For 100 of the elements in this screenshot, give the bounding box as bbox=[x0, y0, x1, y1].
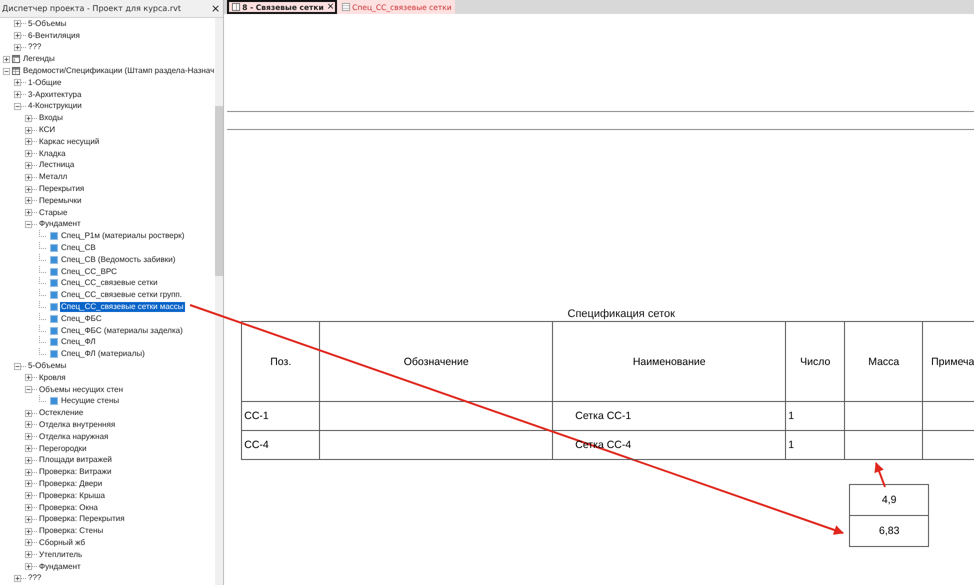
tree-item[interactable]: Спец_СС_связевые сетки bbox=[60, 278, 159, 288]
tree-item[interactable]: Перекрытия bbox=[38, 184, 86, 194]
tree-item[interactable]: ??? bbox=[27, 573, 42, 584]
expand-icon[interactable] bbox=[14, 79, 21, 86]
expand-icon[interactable] bbox=[25, 421, 32, 428]
tree-item[interactable]: Спец_СВ bbox=[60, 243, 97, 254]
tree-item[interactable]: Перегородки bbox=[38, 444, 88, 454]
tree-item[interactable]: Фундамент bbox=[38, 219, 82, 230]
tree-item[interactable]: Спец_ФБС (материалы заделка) bbox=[60, 326, 184, 336]
expand-icon[interactable] bbox=[14, 32, 21, 40]
table-cell: 1 bbox=[786, 402, 846, 431]
close-button[interactable]: × bbox=[208, 3, 224, 14]
tree-item[interactable]: 3-Архитектура bbox=[27, 90, 82, 100]
expand-icon[interactable] bbox=[25, 456, 32, 464]
collapse-icon[interactable] bbox=[25, 220, 32, 228]
collapse-icon[interactable] bbox=[25, 386, 32, 394]
tree-item[interactable]: 5-Объемы bbox=[27, 18, 68, 29]
tree-item[interactable]: Площади витражей bbox=[38, 455, 113, 466]
expand-icon[interactable] bbox=[25, 504, 32, 512]
tree-item[interactable]: Проверка: Стены bbox=[38, 526, 104, 536]
collapse-icon[interactable] bbox=[14, 362, 21, 370]
collapse-icon[interactable] bbox=[3, 68, 10, 75]
expand-icon[interactable] bbox=[25, 551, 32, 558]
tree-item[interactable]: 6-Вентиляция bbox=[27, 30, 81, 41]
panel-title: Диспетчер проекта - Проект для курса.rvt bbox=[2, 4, 182, 13]
expand-icon[interactable] bbox=[25, 445, 32, 452]
tree-item[interactable]: Ведомости/Спецификации (Штамп раздела-Назнач bbox=[22, 66, 216, 76]
expand-icon[interactable] bbox=[14, 44, 21, 51]
tree-item[interactable]: Отделка наружная bbox=[38, 432, 110, 442]
expand-icon[interactable] bbox=[25, 468, 32, 476]
expand-icon[interactable] bbox=[25, 374, 32, 382]
table-cell: 6,83 bbox=[850, 515, 928, 546]
table-icon bbox=[12, 67, 20, 76]
tree-item[interactable]: Фундамент bbox=[38, 562, 82, 572]
tree-item[interactable]: Проверка: Двери bbox=[38, 478, 104, 489]
expand-icon[interactable] bbox=[25, 209, 32, 216]
expand-icon[interactable] bbox=[25, 539, 32, 546]
expand-icon[interactable] bbox=[25, 186, 32, 193]
expand-icon[interactable] bbox=[14, 20, 21, 28]
tree-item[interactable]: Проверка: Перекрытия bbox=[38, 514, 126, 524]
expand-icon[interactable] bbox=[25, 138, 32, 146]
tree-item[interactable]: Спец_СС_ВРС bbox=[60, 266, 118, 277]
tree-item[interactable]: Металл bbox=[38, 172, 68, 182]
tree-item[interactable]: Перемычки bbox=[38, 196, 82, 206]
tree-item[interactable]: Несущие стены bbox=[60, 396, 120, 406]
tree-item[interactable]: Спец_СС_связевые сетки групп. bbox=[60, 290, 183, 300]
expand-icon[interactable] bbox=[14, 91, 21, 98]
expand-icon[interactable] bbox=[14, 574, 21, 582]
tree-item[interactable]: 1-Общие bbox=[27, 78, 62, 88]
expand-icon[interactable] bbox=[25, 516, 32, 523]
expand-icon[interactable] bbox=[25, 480, 32, 488]
column-header: Примеча bbox=[923, 322, 974, 402]
tree-item[interactable]: Кладка bbox=[38, 148, 67, 159]
tree-item[interactable]: Входы bbox=[38, 113, 64, 124]
tree-item[interactable]: Старые bbox=[38, 208, 68, 218]
expand-icon[interactable] bbox=[3, 56, 10, 63]
close-icon[interactable]: × bbox=[326, 2, 334, 12]
expand-icon[interactable] bbox=[25, 433, 32, 440]
expand-icon[interactable] bbox=[25, 563, 32, 570]
tree-item[interactable]: Каркас несущий bbox=[38, 136, 100, 147]
tree-item[interactable]: Спец_ФБС bbox=[60, 314, 103, 324]
tree-item[interactable]: Спец_ФЛ (материалы) bbox=[60, 349, 146, 360]
table-cell: СС-4 bbox=[242, 431, 320, 460]
tree-item[interactable]: Спец_СС_связевые сетки массы bbox=[60, 302, 185, 312]
tree-item[interactable]: ??? bbox=[27, 42, 42, 52]
tree-item[interactable]: Проверка: Окна bbox=[38, 502, 99, 513]
tree-item[interactable]: Объемы несущих стен bbox=[38, 384, 124, 395]
schedule-title: Спецификация сеток bbox=[566, 308, 676, 320]
tree-item[interactable]: КСИ bbox=[38, 125, 56, 136]
tree-item[interactable]: Остекление bbox=[38, 408, 84, 418]
table-icon bbox=[342, 3, 350, 11]
expand-icon[interactable] bbox=[25, 174, 32, 181]
tree-item[interactable]: Утеплитель bbox=[38, 550, 84, 560]
tree-item[interactable]: Спец_ФЛ bbox=[60, 337, 97, 348]
tree-item[interactable]: Сборный жб bbox=[38, 538, 86, 548]
sheet-icon bbox=[232, 3, 240, 11]
expand-icon[interactable] bbox=[25, 126, 32, 134]
tree-item[interactable]: Спец_Р1м (материалы ростверк) bbox=[60, 231, 186, 242]
scrollbar[interactable] bbox=[215, 18, 224, 585]
expand-icon[interactable] bbox=[25, 114, 32, 122]
collapse-icon[interactable] bbox=[14, 102, 21, 110]
tree-item[interactable]: Легенды bbox=[22, 54, 56, 64]
annotation-arrow bbox=[874, 462, 886, 488]
tree-item[interactable]: Спец_СВ (Ведомость забивки) bbox=[60, 254, 176, 265]
tree-item[interactable]: Отделка внутренняя bbox=[38, 420, 116, 430]
tree-item[interactable]: 5-Объемы bbox=[27, 361, 68, 371]
scrollbar-thumb[interactable] bbox=[215, 106, 224, 276]
expand-icon[interactable] bbox=[25, 162, 32, 169]
expand-icon[interactable] bbox=[25, 492, 32, 500]
tree-item[interactable]: 4-Конструкции bbox=[27, 101, 83, 112]
tree-item[interactable]: Проверка: Витражи bbox=[38, 467, 112, 478]
legend-icon bbox=[12, 55, 20, 64]
expand-icon[interactable] bbox=[25, 410, 32, 417]
expand-icon[interactable] bbox=[25, 197, 32, 204]
expand-icon[interactable] bbox=[25, 150, 32, 158]
tree-item[interactable]: Лестница bbox=[38, 160, 76, 170]
expand-icon[interactable] bbox=[25, 528, 32, 535]
tree-item[interactable]: Проверка: Крыша bbox=[38, 490, 106, 501]
column-header: Наименование bbox=[553, 322, 786, 402]
tree-item[interactable]: Кровля bbox=[38, 372, 67, 383]
